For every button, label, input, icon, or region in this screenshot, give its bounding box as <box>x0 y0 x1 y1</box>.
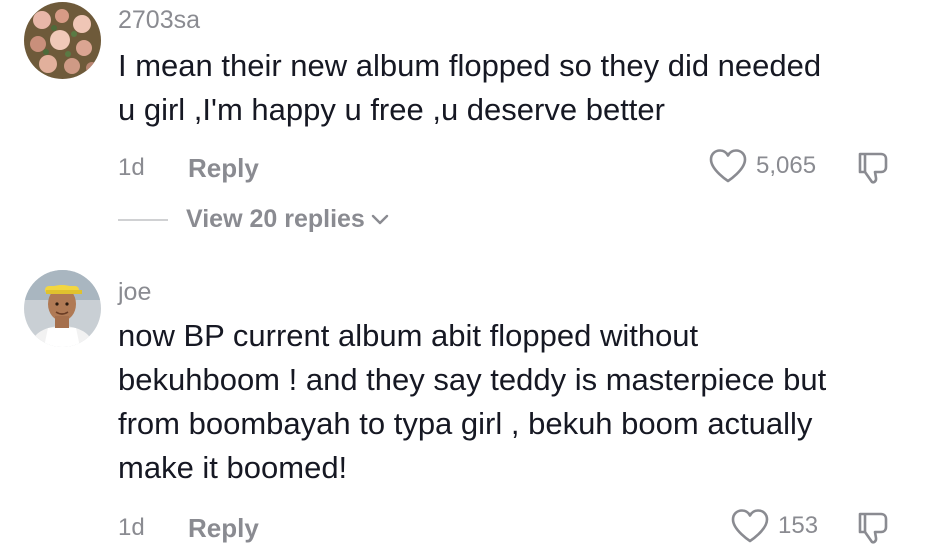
comment-username[interactable]: 2703sa <box>118 6 200 35</box>
person-avatar-icon <box>24 270 101 347</box>
like-count: 5,065 <box>756 152 817 179</box>
comment-text-line: bekuhboom ! and they say teddy is master… <box>118 362 827 397</box>
chevron-down-icon <box>371 214 389 224</box>
comment-text: now BP current album abit flopped withou… <box>118 314 908 490</box>
dislike-button[interactable] <box>855 150 891 191</box>
comment-item: joe now BP current album abit flopped wi… <box>0 260 925 554</box>
thumbs-down-icon <box>858 512 888 544</box>
flower-avatar-icon <box>24 2 101 79</box>
replies-divider <box>118 218 168 221</box>
comment-text-line: from boombayah to typa girl , bekuh boom… <box>118 406 813 441</box>
comment-timestamp: 1d <box>118 154 145 181</box>
like-button[interactable]: 153 <box>730 508 818 544</box>
reply-button[interactable]: Reply <box>188 513 259 544</box>
comment-timestamp: 1d <box>118 514 145 541</box>
comment-item: 2703sa I mean their new album flopped so… <box>0 0 925 250</box>
avatar[interactable] <box>24 270 101 347</box>
comment-text-line: I mean their new album flopped so they d… <box>118 48 822 83</box>
like-count: 153 <box>778 512 819 539</box>
avatar[interactable] <box>24 2 101 79</box>
comment-text-line: u girl ,I'm happy u free ,u deserve bett… <box>118 92 665 127</box>
dislike-button[interactable] <box>855 510 891 551</box>
comment-text-line: now BP current album abit flopped withou… <box>118 318 699 353</box>
like-button[interactable]: 5,065 <box>708 148 816 184</box>
reply-button[interactable]: Reply <box>188 153 259 184</box>
view-replies[interactable]: View 20 replies <box>118 205 389 234</box>
thumbs-down-icon <box>858 152 888 184</box>
comment-username[interactable]: joe <box>118 278 151 307</box>
heart-icon <box>731 509 769 543</box>
comment-text: I mean their new album flopped so they d… <box>118 44 908 132</box>
view-replies-label[interactable]: View 20 replies <box>186 205 365 234</box>
heart-icon <box>709 149 747 183</box>
comment-text-line: make it boomed! <box>118 450 348 485</box>
